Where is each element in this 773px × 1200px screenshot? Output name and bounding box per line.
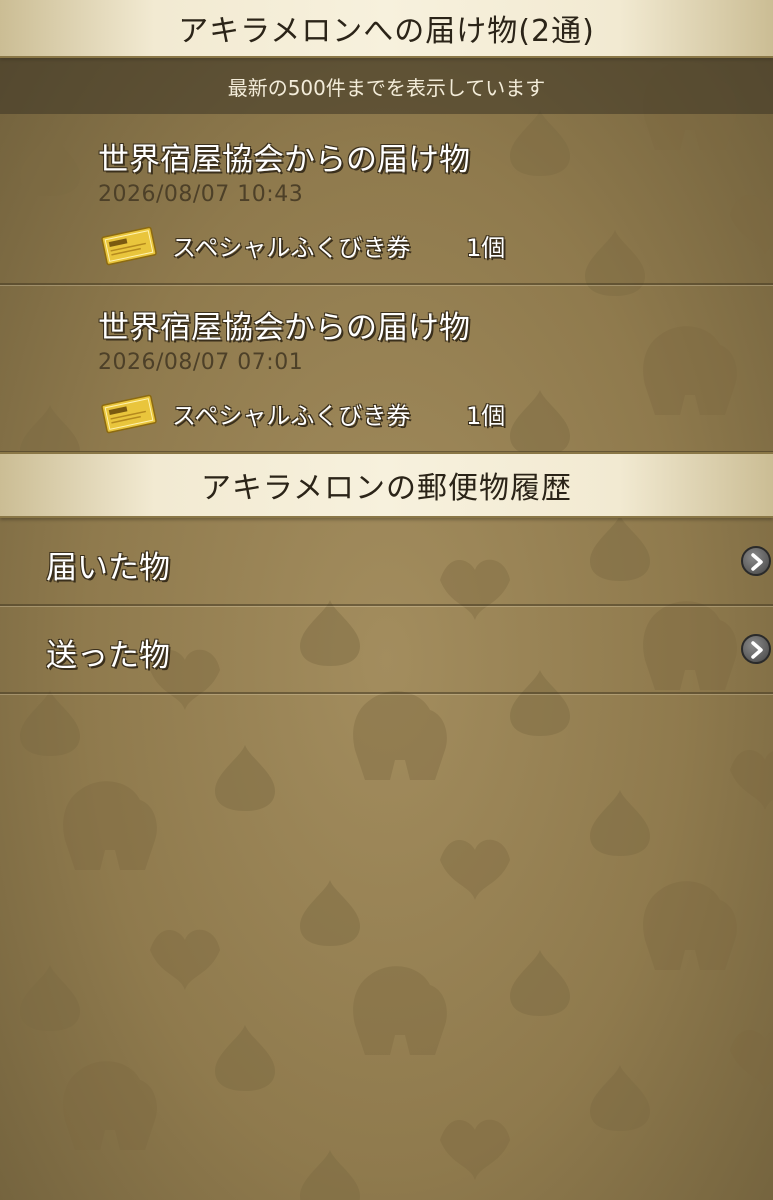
mail-item[interactable]: 世界宿屋協会からの届け物 2026/08/07 07:01 スペシャルふくびき券… [0,284,773,453]
page-title: アキラメロンへの届け物(2通) [178,14,595,49]
notice-bar: 最新の500件までを表示しています [0,58,773,114]
history-title: アキラメロンの郵便物履歴 [200,471,573,506]
ticket-icon [101,226,157,266]
mail-item[interactable]: 世界宿屋協会からの届け物 2026/08/07 10:43 スペシャルふくびき券… [0,116,773,285]
mail-item-count: 1個 [466,402,506,430]
notice-text: 最新の500件までを表示しています [227,75,546,100]
mail-item-name: スペシャルふくびき券 [172,402,411,430]
mail-date: 2026/08/07 10:43 [98,182,304,207]
history-received-row[interactable]: 届いた物 [0,518,773,606]
mail-date: 2026/08/07 07:01 [98,350,304,375]
history-sent-label: 送った物 [46,638,170,674]
mail-sender: 世界宿屋協会からの届け物 [98,142,470,178]
page-title-banner: アキラメロンへの届け物(2通) [0,0,773,58]
mail-item-count: 1個 [466,234,506,262]
history-received-label: 届いた物 [46,550,170,586]
chevron-right-icon[interactable] [741,546,771,576]
mail-sender: 世界宿屋協会からの届け物 [98,310,470,346]
chevron-right-icon[interactable] [741,634,771,664]
mail-item-name: スペシャルふくびき券 [172,234,411,262]
history-sent-row[interactable]: 送った物 [0,606,773,694]
ticket-icon [101,394,157,434]
history-section-header: アキラメロンの郵便物履歴 [0,452,773,518]
